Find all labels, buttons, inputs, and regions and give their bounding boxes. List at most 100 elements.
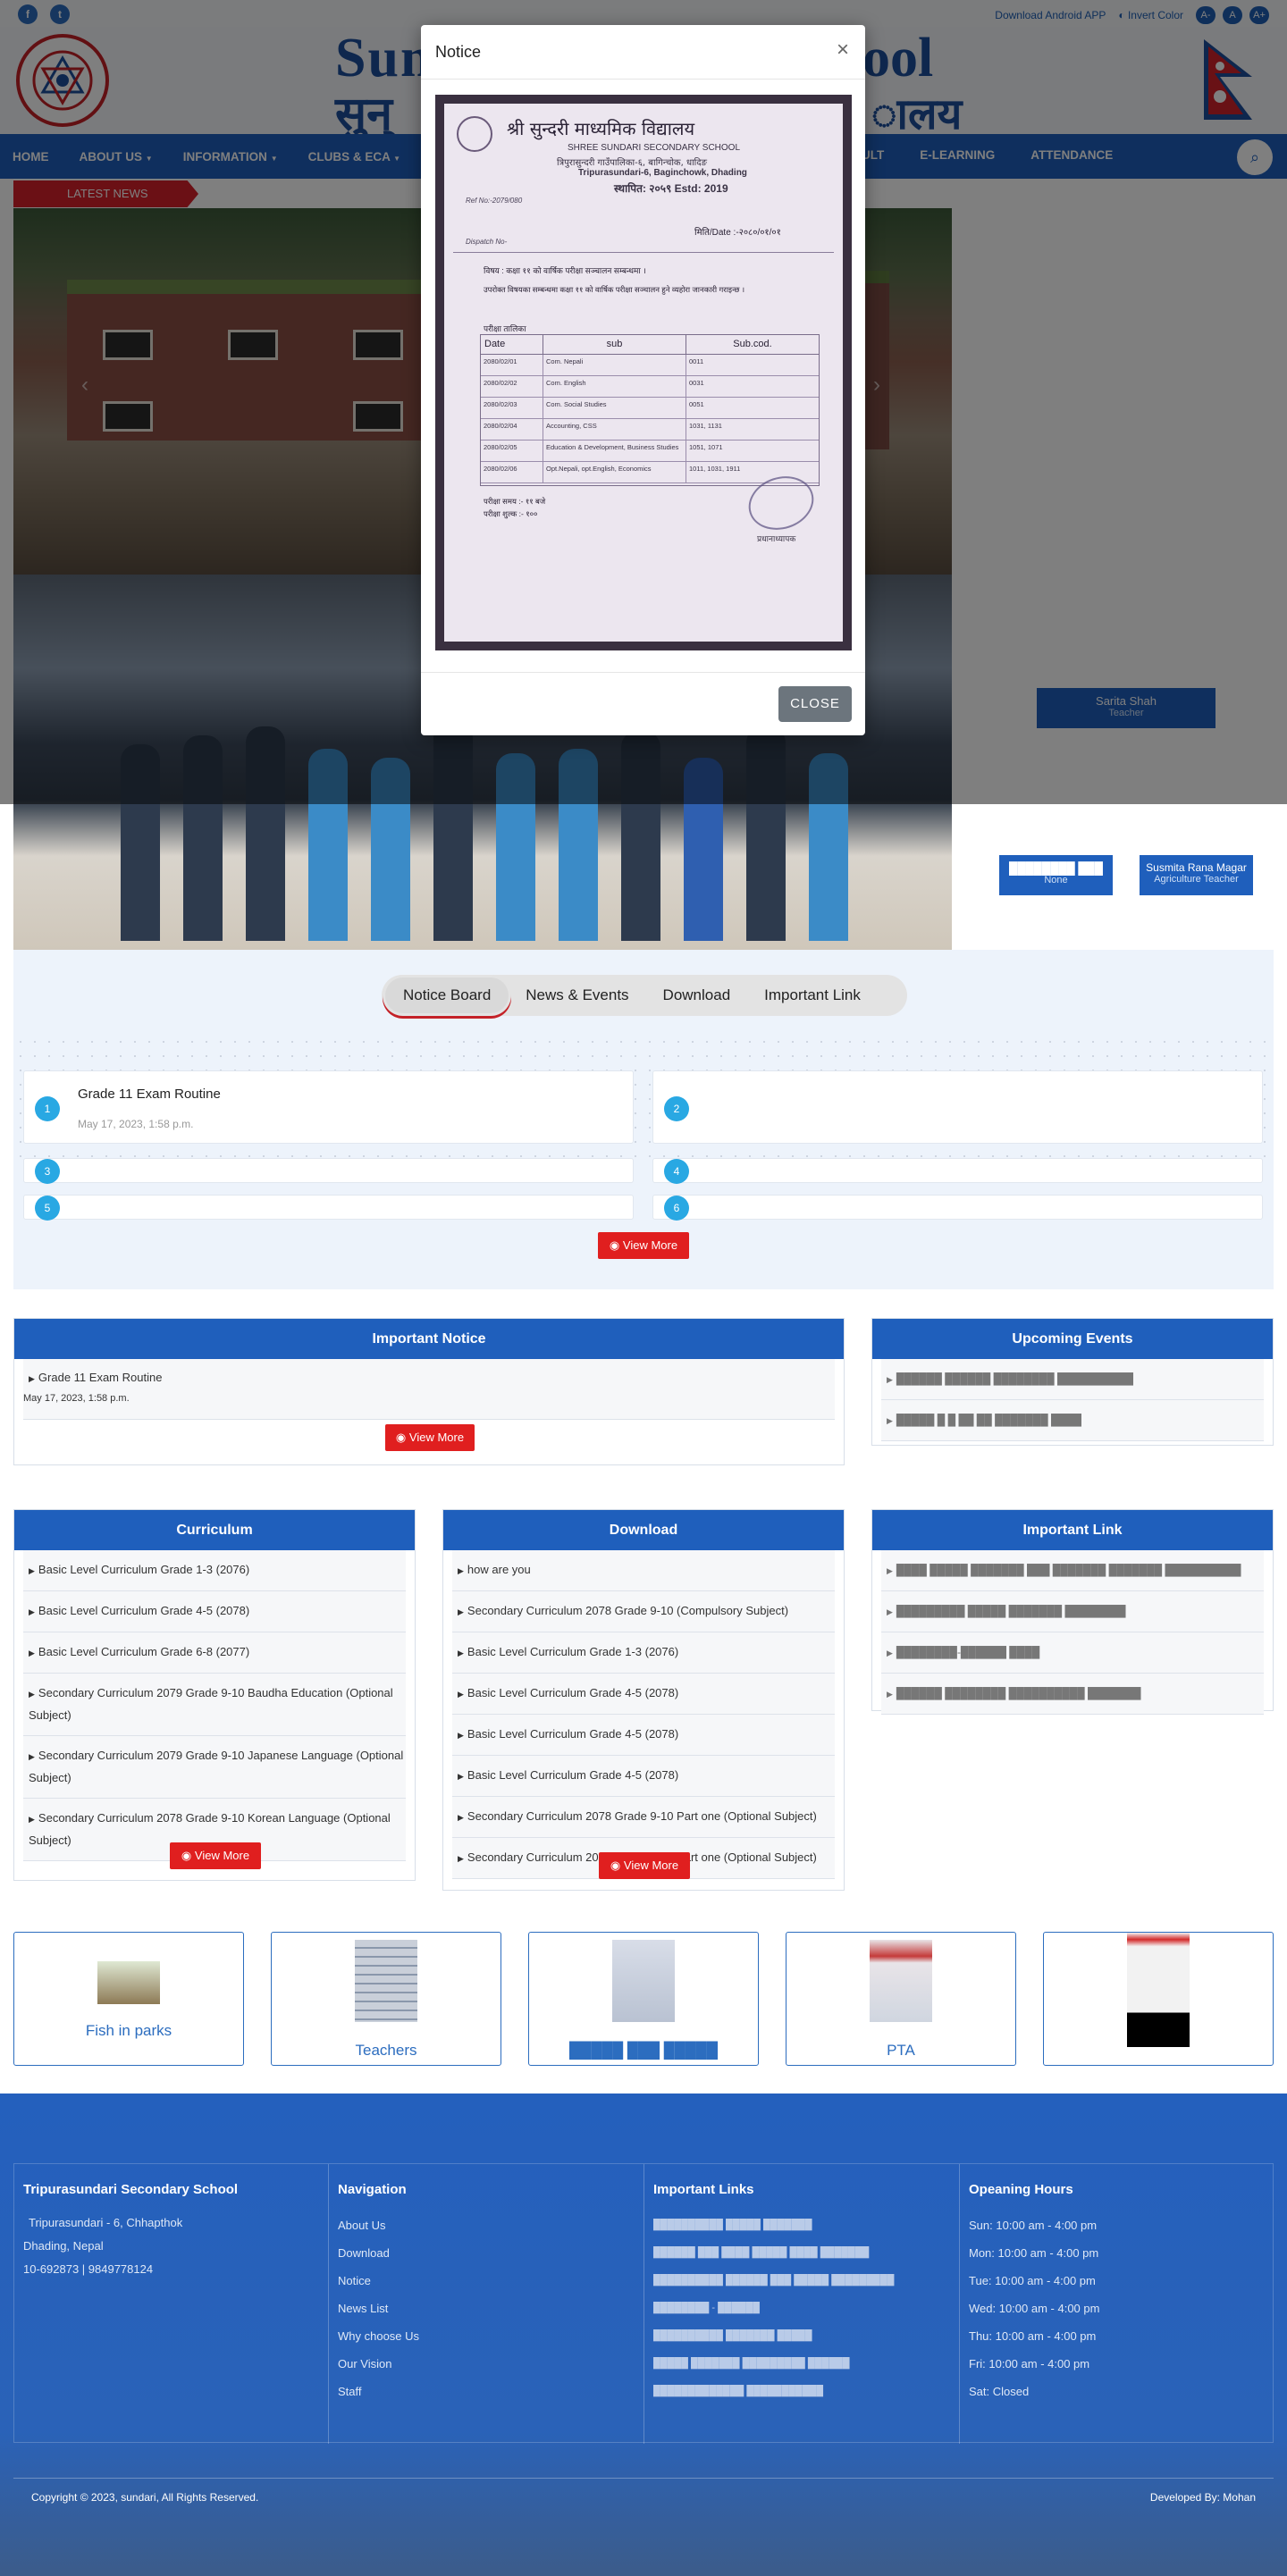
notice-number: 5 [35,1196,60,1221]
important-link-item[interactable]: ▶ ██████ ████████ ██████████ ███████ [881,1674,1264,1715]
doc-cell-code: 1051, 1071 [689,443,723,451]
footer-hours-item[interactable]: Mon: 10:00 am - 4:00 pm [969,2239,1266,2267]
footer-address-line2: Dhading, Nepal [23,2239,104,2253]
caret-right-icon: ▶ [458,1772,464,1781]
gallery-caption: Fish in parks [85,2022,172,2039]
doc-body: उपरोक्त विषयका सम्बन्धमा कक्षा ११ को वार… [484,285,745,294]
download-item[interactable]: ▶ how are you [452,1550,835,1591]
doc-cell-date: 2080/02/01 [481,355,543,375]
footer-hours-item[interactable]: Wed: 10:00 am - 4:00 pm [969,2295,1266,2322]
footer-nav-link[interactable]: About Us [338,2211,635,2239]
download-view-more[interactable]: ◉ View More [599,1852,690,1879]
footer-nav-link[interactable]: News List [338,2295,635,2322]
curriculum-item[interactable]: ▶ Basic Level Curriculum Grade 6-8 (2077) [23,1632,406,1674]
important-link-item[interactable]: ▶ █████████ █████ ███████ ████████ [881,1591,1264,1632]
footer-nav-link[interactable]: Our Vision [338,2350,635,2378]
download-item[interactable]: ▶ Secondary Curriculum 2078 Grade 9-10 (C… [452,1591,835,1632]
caret-right-icon: ▶ [887,1566,893,1575]
download-item[interactable]: ▶ Basic Level Curriculum Grade 4-5 (2078) [452,1715,835,1756]
gallery-tile-5[interactable] [1043,1932,1274,2066]
download-item[interactable]: ▶Secondary Curriculum 2078 Grade 9-10 Pa… [452,1797,835,1838]
footer-important-link[interactable]: ██████████ █████ ███████ [653,2211,950,2239]
footer-nav-link[interactable]: Download [338,2239,635,2267]
box-title: Upcoming Events [872,1319,1273,1359]
event-item[interactable]: ▶ █████ █ █ ██ ██ ███████ ████ [881,1400,1264,1441]
doc-established: स्थापित: २०५९ Estd: 2019 [614,182,728,195]
curriculum-item[interactable]: ▶ Basic Level Curriculum Grade 1-3 (2076) [23,1550,406,1591]
curriculum-item-label: Secondary Curriculum 2078 Grade 9-10 Kor… [29,1811,391,1847]
download-item[interactable]: ▶ Basic Level Curriculum Grade 4-5 (2078) [452,1756,835,1797]
staff-card-2[interactable]: ████████ ███ None [999,855,1113,895]
footer-important-link[interactable]: ██████████ ██████ ███ █████ █████████ ██… [653,2267,950,2322]
footer-important-link[interactable]: ██████ ███ ████ █████ ████ ███████ [653,2239,950,2267]
tab-news-events[interactable]: News & Events [509,986,645,1004]
footer-hours-item[interactable]: Sat: Closed [969,2378,1266,2405]
important-notice-view-more[interactable]: ◉ View More [385,1424,475,1451]
footer-important-link[interactable]: █████ ███████ █████████ ██████ [653,2350,950,2378]
doc-cell-code: 0011 [689,357,704,365]
doc-table-row: 2080/02/02 Com. English 0031 [481,376,819,398]
footer-nav-link-label: Why choose Us [338,2329,420,2343]
event-item-label: █████ █ █ ██ ██ ███████ ████ [896,1414,1081,1426]
footer-nav-link-label: News List [338,2302,389,2315]
developer-credit[interactable]: Developed By: Mohan [1150,2491,1256,2504]
tab-download[interactable]: Download [646,986,748,1004]
footer-contact: Tripurasundari Secondary School Tripuras… [14,2164,329,2444]
important-link-item-label: ████████-██████ ████ [896,1646,1040,1658]
notice-view-more-button[interactable]: ◉ View More [598,1232,689,1259]
gallery-tile-teachers[interactable]: Teachers [271,1932,501,2066]
doc-ref-no: Ref No:-2079/080 [466,197,523,205]
notice-item[interactable]: 4 [652,1158,1263,1184]
footer-important-link[interactable]: █████████████ ███████████ [653,2378,950,2405]
curriculum-view-more[interactable]: ◉ View More [170,1842,261,1869]
footer-nav-link[interactable]: Notice [338,2267,635,2295]
doc-table-row: 2080/02/04 Accounting, CSS 1031, 1131 [481,419,819,441]
important-link-item[interactable]: ▶ ████████-██████ ████ [881,1632,1264,1674]
notice-item[interactable]: 2 [652,1070,1263,1144]
close-icon[interactable]: × [837,38,849,63]
footer-important-link[interactable]: ██████████ ███████ █████ [653,2322,950,2350]
caret-right-icon: ▶ [29,1752,35,1761]
gallery-tile-3[interactable]: █████ ███ █████ [528,1932,759,2066]
footer-important-link-label: ██████████ █████ ███████ [653,2219,812,2230]
footer-nav-link[interactable]: Why choose Us [338,2322,635,2350]
gallery-tile-fish-in-parks[interactable]: Fish in parks [13,1932,244,2066]
tab-important-link[interactable]: Important Link [747,986,878,1004]
curriculum-item[interactable]: ▶ Basic Level Curriculum Grade 4-5 (2078) [23,1591,406,1632]
gallery-tile-pta[interactable]: PTA [786,1932,1016,2066]
footer-hours-item[interactable]: Thu: 10:00 am - 4:00 pm [969,2322,1266,2350]
footer-hours-item[interactable]: Tue: 10:00 am - 4:00 pm [969,2267,1266,2295]
notice-item[interactable]: 3 [23,1158,634,1184]
download-item[interactable]: ▶ Basic Level Curriculum Grade 1-3 (2076) [452,1632,835,1674]
download-item-label: Basic Level Curriculum Grade 4-5 (2078) [467,1768,679,1782]
close-button[interactable]: CLOSE [778,686,852,722]
box-title: Curriculum [14,1510,415,1550]
notice-item[interactable]: 5 [23,1195,634,1221]
staff-card-susmita-rana-magar[interactable]: Susmita Rana Magar Agriculture Teacher [1140,855,1253,895]
notice-item-date: May 17, 2023, 1:58 p.m. [23,1393,130,1404]
event-item[interactable]: ▶ ██████ ██████ ████████ ██████████ [881,1359,1264,1400]
download-item[interactable]: ▶ Basic Level Curriculum Grade 4-5 (2078) [452,1674,835,1715]
tab-notice-board[interactable]: Notice Board [385,978,509,1013]
caret-right-icon: ▶ [887,1649,893,1657]
doc-table-row: 2080/02/01 Com. Nepali 0011 [481,355,819,376]
site-footer: Tripurasundari Secondary School Tripuras… [0,2094,1287,2576]
curriculum-item[interactable]: ▶ Secondary Curriculum 2079 Grade 9-10 Ba… [23,1674,406,1736]
doc-cell-code: 0031 [689,379,704,387]
footer-nav-title: Navigation [338,2182,407,2197]
footer-nav-link-label: About Us [338,2219,386,2232]
footer-links-title: Important Links [653,2182,754,2197]
important-notice-item[interactable]: ▶ Grade 11 Exam Routine May 17, 2023, 1:5… [23,1359,835,1420]
curriculum-item[interactable]: ▶ Secondary Curriculum 2079 Grade 9-10 Ja… [23,1736,406,1799]
doc-cell-date: 2080/02/04 [481,419,543,440]
footer-hours-item[interactable]: Sun: 10:00 am - 4:00 pm [969,2211,1266,2239]
gallery-caption: Teachers [355,2042,417,2059]
notice-item[interactable]: 6 [652,1195,1263,1221]
view-more-label: View More [622,1238,678,1252]
important-link-item[interactable]: ▶ ████ █████ ███████ ███ ███████ ███████ … [881,1550,1264,1591]
notice-item[interactable]: 1 Grade 11 Exam Routine May 17, 2023, 1:… [23,1070,634,1144]
notice-paper: श्री सुन्दरी माध्यमिक विद्यालय SHREE SUN… [444,104,843,642]
footer-nav-link[interactable]: Staff [338,2378,635,2405]
caret-right-icon: ▶ [29,1815,35,1824]
footer-hours-item[interactable]: Fri: 10:00 am - 4:00 pm [969,2350,1266,2378]
